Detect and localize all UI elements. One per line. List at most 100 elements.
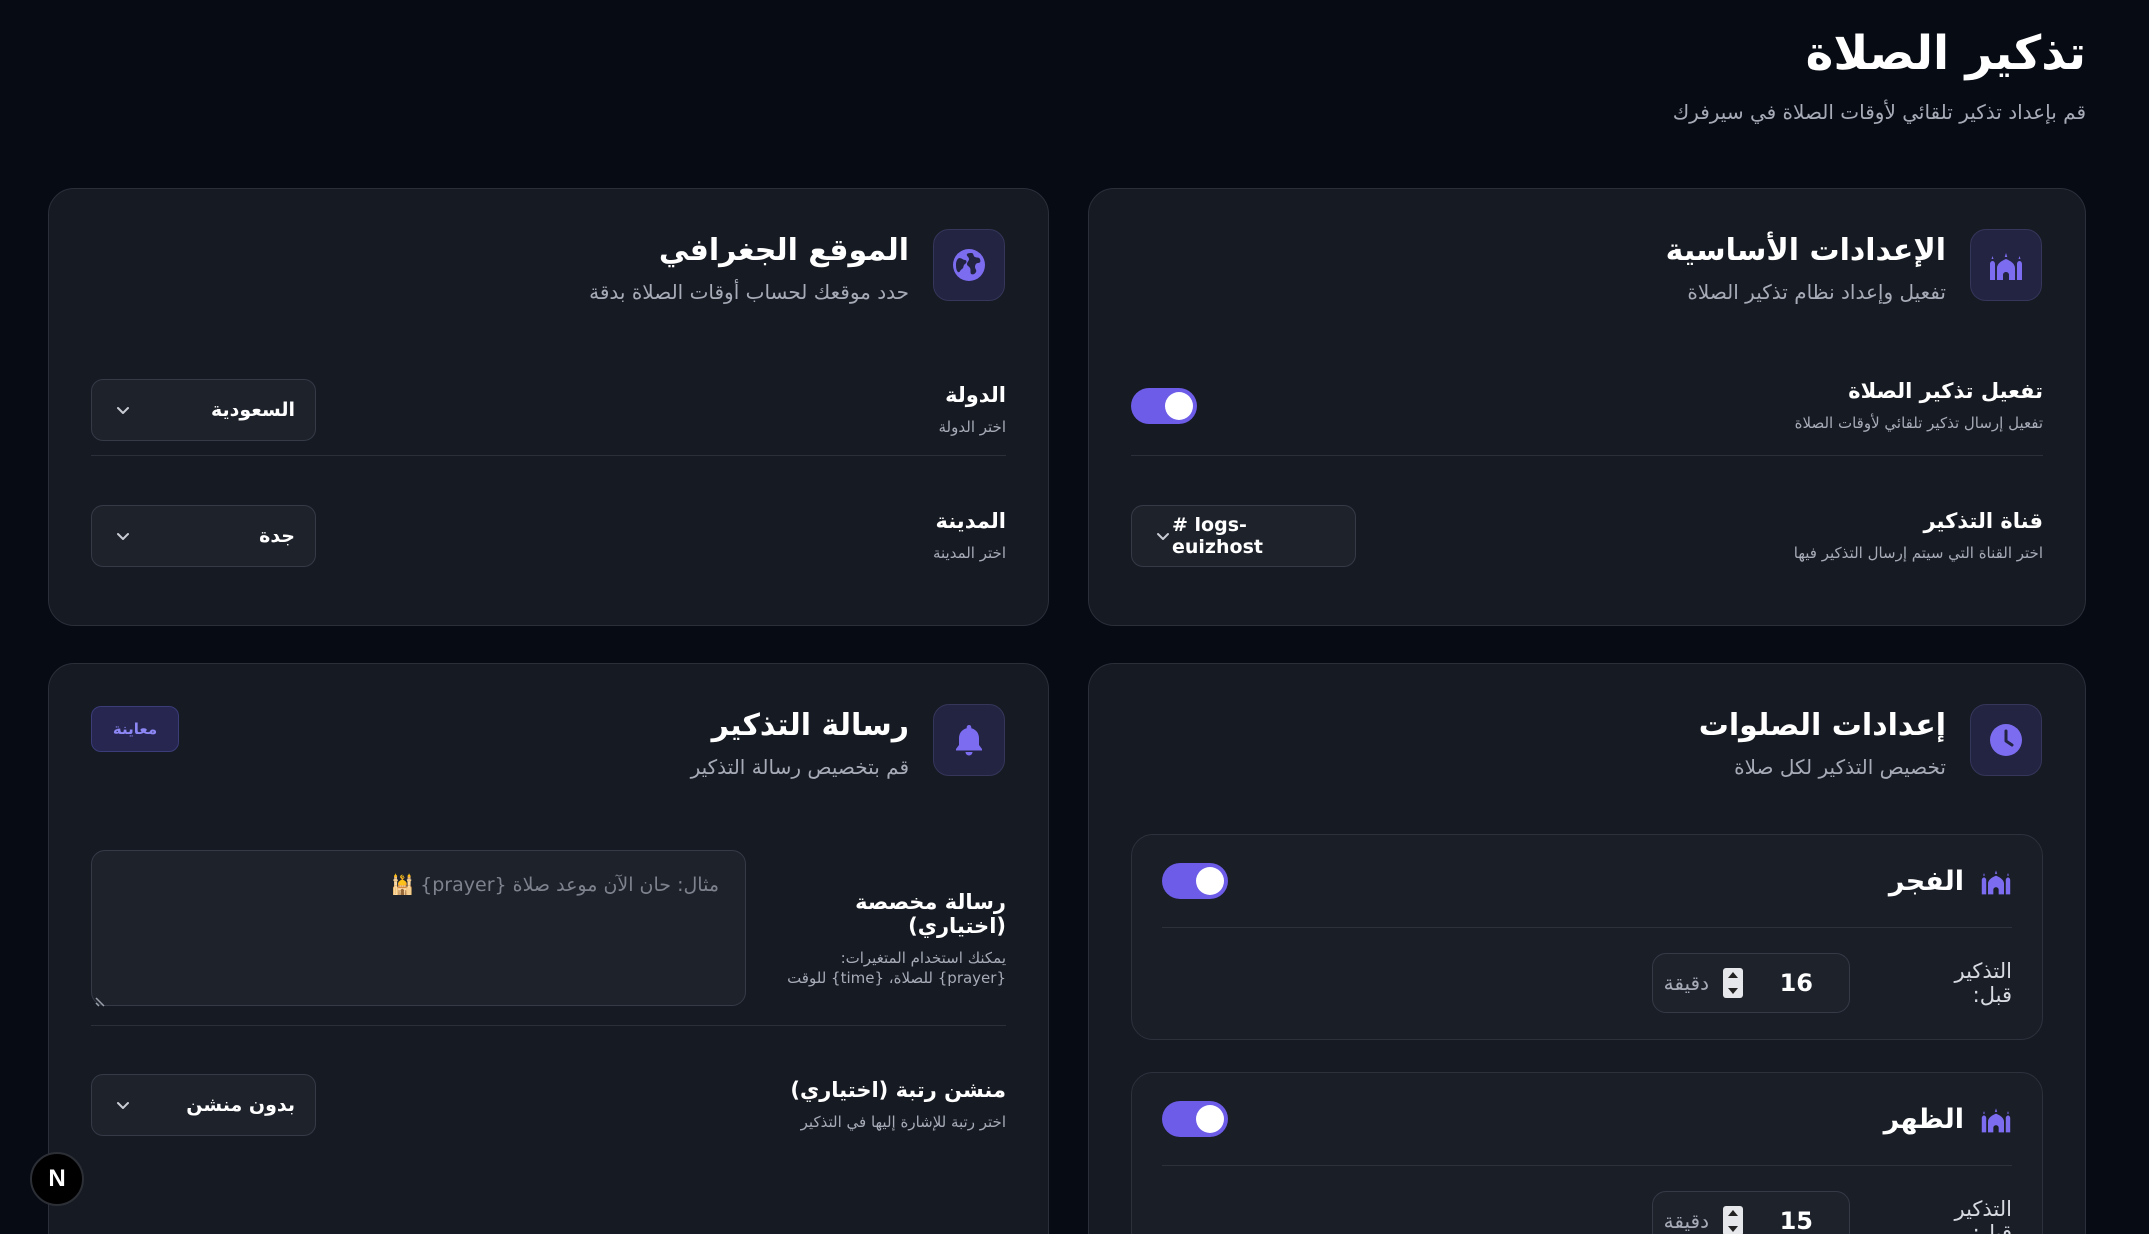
minutes-value: 16 [1779,969,1813,997]
enable-reminder-label: تفعيل تذكير الصلاة [1848,379,2043,403]
card-head-text: الموقع الجغرافي حدد موقعك لحساب أوقات ال… [589,229,909,304]
role-mention-help: اختر رتبة للإشارة إليها في التذكير [800,1112,1006,1131]
enable-reminder-row: تفعيل تذكير الصلاة تفعيل إرسال تذكير تلق… [1131,379,2043,433]
row-label: منشن رتبة (اختياري) اختر رتبة للإشارة إل… [790,1078,1006,1132]
select-value: # logs-euizhost [1172,514,1263,558]
card-description: حدد موقعك لحساب أوقات الصلاة بدقة [589,280,909,304]
prayer-head: الفجر [1162,863,2012,899]
card-head-text: الإعدادات الأساسية تفعيل وإعداد نظام تذك… [1666,229,1946,304]
mosque-icon [1970,229,2042,301]
card-head-text: إعدادات الصلوات تخصيص التذكير لكل صلاة [1699,704,1946,779]
card-title: الإعدادات الأساسية [1665,233,1946,268]
page-subtitle: قم بإعداد تذكير تلقائي لأوقات الصلاة في … [1672,100,2086,125]
city-select[interactable]: جدة [91,505,316,567]
city-help: اختر المدينة [932,543,1006,562]
bell-icon [933,704,1005,776]
preview-button[interactable]: معاينة [91,706,179,752]
toggle-knob [1196,1105,1224,1133]
divider [1162,927,2012,928]
divider [91,1025,1006,1026]
select-value: بدون منشن [186,1094,295,1116]
prayer-name: الظهر [1883,1103,1964,1135]
chevron-down-icon [114,1096,132,1114]
card-header: الإعدادات الأساسية تفعيل وإعداد نظام تذك… [1666,229,2042,304]
enable-reminder-help: تفعيل إرسال تذكير تلقائي لأوقات الصلاة [1794,414,2043,432]
minutes-input[interactable]: 15 دقيقة [1652,1191,1850,1234]
chevron-down-icon [114,527,132,545]
role-mention-label: منشن رتبة (اختياري) [790,1077,1006,1102]
card-title: رسالة التذكير [711,708,909,743]
minutes-stepper[interactable] [1723,968,1743,998]
row-label: قناة التذكير اختر القناة التي سيتم إرسال… [1794,509,2043,563]
prayers-settings-card: إعدادات الصلوات تخصيص التذكير لكل صلاة ا… [1088,663,2086,1234]
globe-icon [933,229,1005,301]
card-description: تخصيص التذكير لكل صلاة [1734,755,1946,779]
divider [1162,1165,2012,1166]
card-description: تفعيل وإعداد نظام تذكير الصلاة [1687,280,1946,304]
toggle-knob [1196,867,1224,895]
chevron-down-icon [114,401,132,419]
card-header: إعدادات الصلوات تخصيص التذكير لكل صلاة [1699,704,2042,779]
minutes-unit: دقيقة [1663,1209,1709,1233]
divider [91,455,1006,456]
card-title: الموقع الجغرافي [658,233,909,268]
reminder-before-label: التذكير قبل: [1954,959,2012,1007]
minutes-input[interactable]: 16 دقيقة [1652,953,1850,1013]
select-value: جدة [259,525,295,547]
prayer-item-dhuhr: الظهر التذكير قبل: 15 دقيقة [1131,1072,2043,1234]
location-card: الموقع الجغرافي حدد موقعك لحساب أوقات ال… [48,188,1049,626]
reminder-channel-row: قناة التذكير اختر القناة التي سيتم إرسال… [1131,505,2043,567]
role-mention-select[interactable]: بدون منشن [91,1074,316,1136]
fajr-toggle[interactable] [1162,863,1228,899]
card-head-text: رسالة التذكير قم بتخصيص رسالة التذكير [691,704,909,779]
minutes-stepper[interactable] [1723,1206,1743,1234]
prayer-head: الظهر [1162,1101,2012,1137]
country-row: الدولة اختر الدولة السعودية [91,379,1006,441]
prayer-item-fajr: الفجر التذكير قبل: 16 دقيقة [1131,834,2043,1040]
row-label: المدينة اختر المدينة [933,509,1006,563]
reminder-channel-label: قناة التذكير [1923,508,2043,533]
country-help: اختر الدولة [938,417,1006,436]
page-title: تذكير الصلاة [1805,26,2086,81]
custom-message-textarea[interactable]: مثال: حان الآن موعد صلاة {prayer} 🕌 [91,850,746,1007]
custom-message-help: يمكنك استخدام المتغيرات: {prayer} للصلاة… [787,949,1006,988]
reminder-message-card: رسالة التذكير قم بتخصيص رسالة التذكير مع… [48,663,1049,1234]
custom-message-label-group: رسالة مخصصة (اختياري) يمكنك استخدام المت… [776,890,1006,989]
card-title: إعدادات الصلوات [1698,708,1946,743]
mosque-icon [1980,865,2012,897]
role-mention-row: منشن رتبة (اختياري) اختر رتبة للإشارة إل… [91,1074,1006,1136]
nextjs-dev-badge[interactable]: N [30,1152,84,1206]
mosque-icon [1980,1103,2012,1135]
chevron-down-icon [1154,527,1172,545]
country-label: الدولة [945,382,1006,407]
row-label: الدولة اختر الدولة [939,383,1006,437]
toggle-knob [1165,392,1193,421]
prayer-name-wrap: الفجر [1889,865,2012,897]
divider [1131,455,2043,456]
clock-icon [1970,704,2042,776]
page-header: تذكير الصلاة قم بإعداد تذكير تلقائي لأوق… [1673,26,2086,124]
card-header: الموقع الجغرافي حدد موقعك لحساب أوقات ال… [589,229,1005,304]
reminder-before-row: التذكير قبل: 15 دقيقة [1162,1191,2012,1234]
row-label: تفعيل تذكير الصلاة تفعيل إرسال تذكير تلق… [1795,379,2043,433]
prayer-reminder-page: تذكير الصلاة قم بإعداد تذكير تلقائي لأوق… [0,0,2149,1234]
prayer-name-wrap: الظهر [1884,1103,2012,1135]
resize-handle-icon[interactable] [94,991,106,1007]
custom-message-label: رسالة مخصصة (اختياري) [855,890,1006,938]
minutes-unit: دقيقة [1663,971,1709,995]
enable-reminder-toggle[interactable] [1131,388,1197,425]
card-header: رسالة التذكير قم بتخصيص رسالة التذكير [691,704,1005,779]
country-select[interactable]: السعودية [91,379,316,441]
basic-settings-card: الإعدادات الأساسية تفعيل وإعداد نظام تذك… [1088,188,2086,626]
select-value: السعودية [210,399,295,421]
minutes-value: 15 [1779,1207,1813,1234]
card-description: قم بتخصيص رسالة التذكير [690,755,909,779]
textarea-placeholder: مثال: حان الآن موعد صلاة {prayer} 🕌 [390,874,719,896]
reminder-channel-help: اختر القناة التي سيتم إرسال التذكير فيها [1793,543,2043,562]
reminder-before-label: التذكير قبل: [1954,1197,2012,1234]
city-row: المدينة اختر المدينة جدة [91,505,1006,567]
dhuhr-toggle[interactable] [1162,1101,1228,1137]
prayer-name: الفجر [1888,865,1964,897]
reminder-channel-select[interactable]: # logs-euizhost [1131,505,1356,567]
city-label: المدينة [935,508,1007,533]
